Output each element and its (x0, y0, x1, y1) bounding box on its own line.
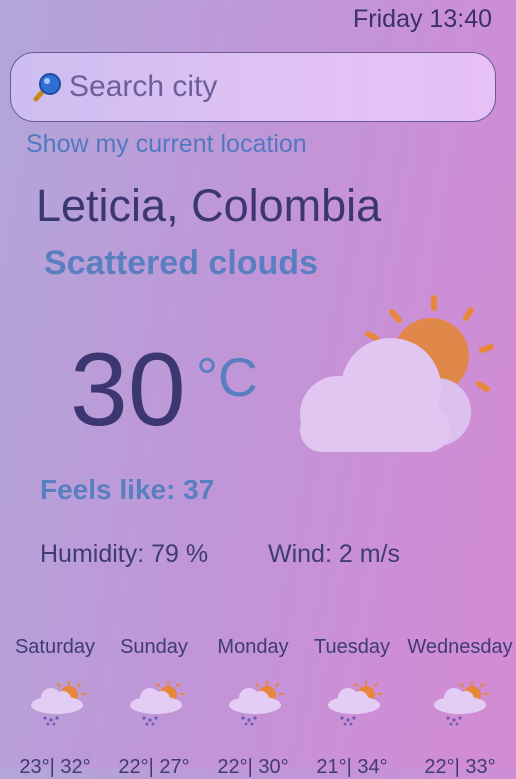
forecast-row: Saturday 23°| 32° Sunday 22°| 27° Monday… (0, 636, 516, 778)
partly-cloudy-icon (300, 295, 494, 452)
rain-sun-icon (434, 681, 489, 726)
forecast-day-name: Sunday (120, 636, 188, 658)
forecast-day: Tuesday 21°| 34° (302, 636, 402, 778)
current-temperature: 30 (70, 332, 186, 448)
forecast-day-name: Saturday (14, 636, 96, 658)
forecast-day-name: Wednesday (407, 636, 513, 658)
date-time: Friday 13:40 (353, 5, 492, 33)
wind: Wind: 2 m/s (268, 540, 400, 568)
forecast-day: Wednesday 22°| 33° (406, 636, 514, 778)
city-name: Leticia, Colombia (36, 180, 382, 231)
weather-condition: Scattered clouds (44, 244, 318, 282)
search-bar[interactable] (10, 52, 496, 122)
rain-sun-icon (229, 681, 284, 726)
forecast-day: Sunday 22°| 27° (104, 636, 204, 778)
current-location-link[interactable]: Show my current location (26, 130, 307, 159)
forecast-day: Saturday 23°| 32° (5, 636, 105, 778)
temperature-unit: °C (196, 346, 258, 408)
rain-sun-icon (130, 681, 185, 726)
search-input[interactable] (69, 67, 469, 107)
forecast-day: Monday 22°| 30° (203, 636, 303, 778)
rain-sun-icon (31, 681, 86, 726)
rain-sun-icon (328, 681, 383, 726)
humidity: Humidity: 79 % (40, 540, 209, 568)
forecast-day-name: Monday (217, 636, 289, 658)
forecast-day-name: Tuesday (314, 636, 390, 658)
search-icon (33, 73, 61, 102)
feels-like: Feels like: 37 (40, 474, 215, 505)
